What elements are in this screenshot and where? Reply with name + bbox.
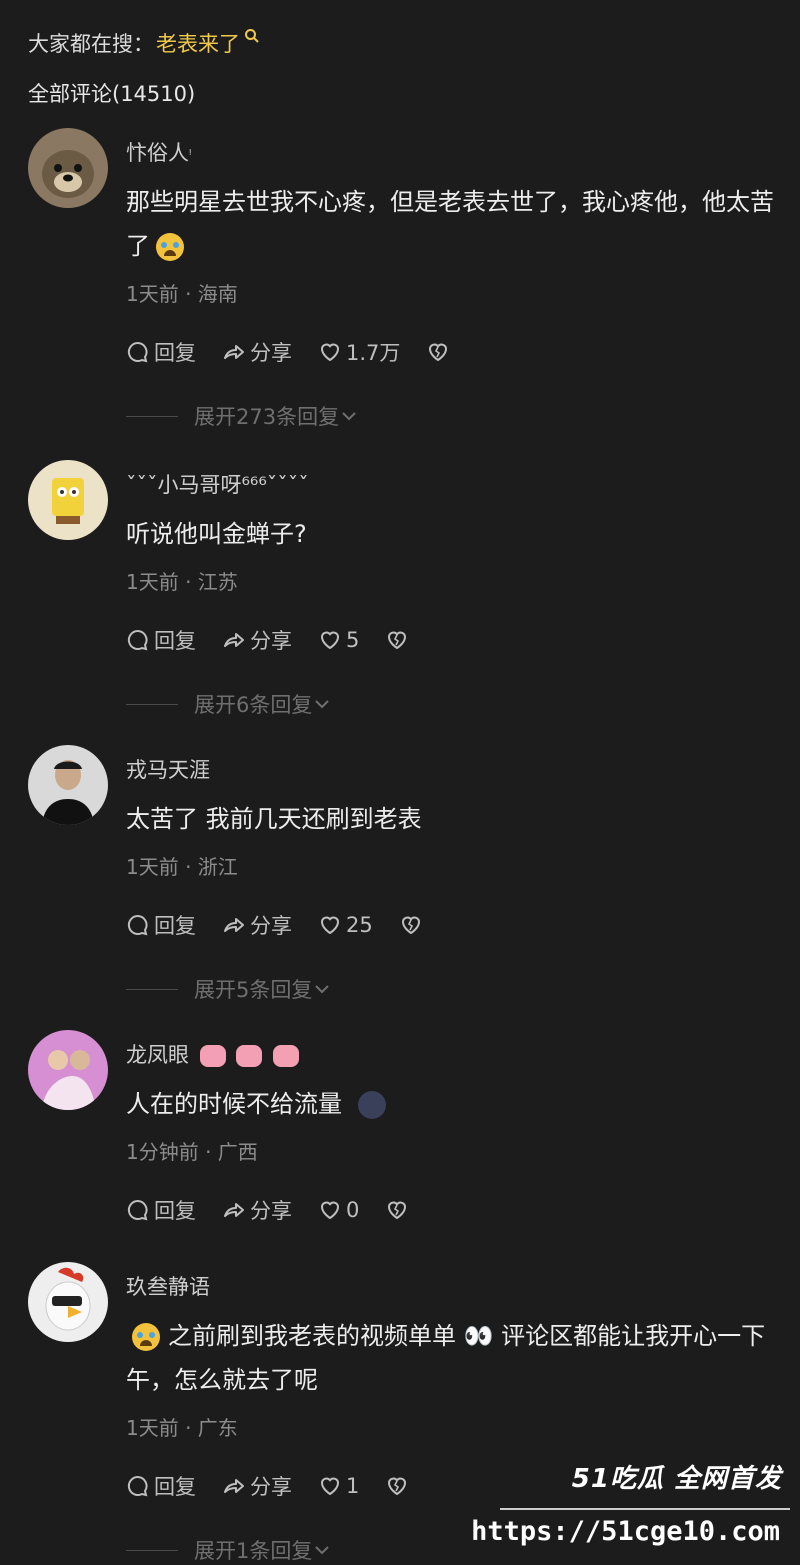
heart-icon [320,631,340,650]
username[interactable]: 玖叁静语 [126,1272,780,1302]
heart-icon [320,343,340,362]
heart-icon [320,1201,340,1220]
share-arrow-icon [224,345,244,359]
divider [126,988,178,990]
like-button[interactable]: 5 [318,628,359,652]
share-arrow-icon [224,918,244,932]
avatar[interactable] [28,1262,108,1342]
comment-bubble-icon [127,914,148,936]
share-button[interactable]: 分享 [222,625,292,655]
broken-heart-icon [388,631,407,650]
broken-heart-icon [388,1201,407,1220]
share-button[interactable]: 分享 [222,1195,292,1225]
share-button[interactable]: 分享 [222,1471,292,1501]
expand-replies[interactable]: 展开273条回复 [126,401,780,431]
hot-search-bar[interactable]: 大家都在搜： 老表来了 [28,26,260,60]
comment-meta: 1分钟前 · 广西 [126,1140,258,1164]
reply-button[interactable]: 回复 [126,1471,196,1501]
reply-button[interactable]: 回复 [126,337,196,367]
comment-meta: 1天前 · 海南 [126,282,238,306]
dislike-button[interactable] [399,913,423,937]
chevron-down-icon [315,700,330,709]
divider [126,415,178,417]
pig-emoji-icon [199,1045,226,1067]
like-button[interactable]: 1 [318,1474,359,1498]
comment-meta: 1天前 · 江苏 [126,570,238,594]
share-arrow-icon [224,1203,244,1217]
broken-heart-icon [388,1477,407,1496]
dislike-button[interactable] [385,628,409,652]
watermark-url: https://51cge10.com [471,1516,780,1547]
divider [126,703,178,705]
broken-heart-icon [401,916,420,935]
dislike-button[interactable] [426,340,450,364]
comment-meta: 1天前 · 浙江 [126,855,238,879]
hot-search-prefix: 大家都在搜： [28,32,154,56]
avatar[interactable] [28,460,108,540]
username[interactable]: 戎马天涯 [126,755,780,785]
comment-bubble-icon [127,1199,148,1221]
reply-button[interactable]: 回复 [126,910,196,940]
divider [126,1549,178,1551]
comment-bubble-icon [127,1475,148,1497]
comment-actions: 回复 分享 25 [126,910,780,940]
user-badge: ᵎ [189,146,192,162]
username[interactable]: 忭俗人ᵎ [126,138,780,168]
expand-replies[interactable]: 展开5条回复 [126,974,780,1004]
watermark-title: 51吃瓜 全网首发 [571,1464,782,1494]
chevron-down-icon [342,412,356,421]
dislike-button[interactable] [385,1198,409,1222]
comment-text: 那些明星去世我不心疼，但是老表去世了，我心疼他，他太苦了 [126,188,774,261]
broken-heart-icon [429,343,448,362]
like-button[interactable]: 0 [318,1198,359,1222]
heart-icon [320,1477,340,1496]
search-icon [245,29,259,43]
reply-button[interactable]: 回复 [126,1195,196,1225]
share-arrow-icon [224,633,244,647]
chevron-down-icon [315,985,330,994]
comment-actions: 回复 分享 0 [126,1195,780,1225]
site-watermark: 51吃瓜 全网首发 https://51cge10.com [471,1456,790,1556]
share-button[interactable]: 分享 [222,337,292,367]
comment-actions: 回复 分享 5 [126,625,780,655]
comment-actions: 回复 分享 1.7万 [126,337,780,367]
username[interactable]: 龙凤眼 [126,1040,780,1070]
like-button[interactable]: 1.7万 [318,337,400,367]
comment-text: 人在的时候不给流量 [126,1082,780,1126]
avatar[interactable] [28,1030,108,1110]
sad-face-emoji-icon [358,1091,386,1119]
dislike-button[interactable] [385,1474,409,1498]
comment-bubble-icon [127,629,148,651]
heart-icon [320,916,340,935]
crying-emoji-icon [132,1323,160,1351]
expand-replies[interactable]: 展开6条回复 [126,689,780,719]
hot-search-keyword[interactable]: 老表来了 [156,28,240,58]
comment-meta: 1天前 · 广东 [126,1416,238,1440]
pig-emoji-icon [236,1045,263,1067]
comment-text: 听说他叫金蝉子? [126,520,307,548]
avatar[interactable] [28,745,108,825]
reply-button[interactable]: 回复 [126,625,196,655]
like-button[interactable]: 25 [318,913,373,937]
share-button[interactable]: 分享 [222,910,292,940]
username[interactable]: ˇˇˇ小马哥呀⁶⁶⁶ˇˇˇˇ [126,470,780,500]
comment-bubble-icon [127,341,148,363]
share-arrow-icon [224,1479,244,1493]
avatar[interactable] [28,128,108,208]
watermark-divider [500,1508,790,1510]
comments-count-header: 全部评论(14510) [28,82,196,106]
comment-text: 太苦了 我前几天还刷到老表 [126,805,422,833]
chevron-down-icon [315,1546,330,1555]
comment-text: 之前刷到我老表的视频单单 👀 评论区都能让我开心一下午，怎么就去了呢 [126,1322,766,1394]
pig-emoji-icon [273,1045,300,1067]
crying-emoji-icon [156,233,184,261]
